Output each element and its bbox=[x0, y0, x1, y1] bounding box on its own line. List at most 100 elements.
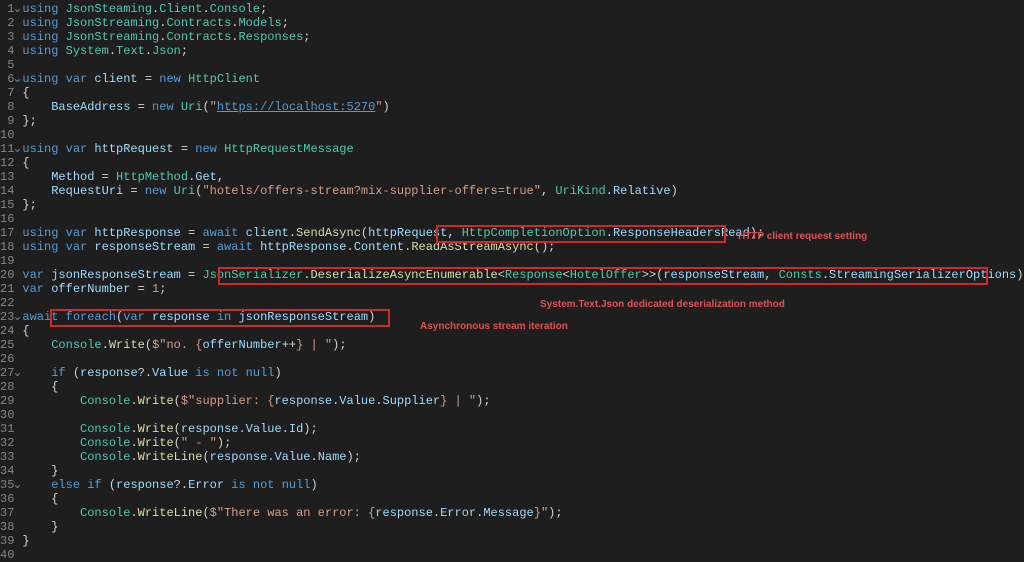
token-pun: }; bbox=[22, 198, 36, 212]
code-line[interactable]: ⌄using JsonSteaming.Client.Console; bbox=[22, 2, 1024, 16]
token-pun: , bbox=[447, 226, 461, 240]
code-line[interactable]: ⌄ if (response?.Value is not null) bbox=[22, 366, 1024, 380]
code-line[interactable] bbox=[22, 296, 1024, 310]
token-pun: ); bbox=[347, 450, 361, 464]
line-number: 38 bbox=[0, 520, 14, 534]
token-cls: JsonSteaming bbox=[66, 2, 152, 16]
token-pln: jsonResponseStream bbox=[238, 310, 368, 324]
token-pun: , bbox=[217, 170, 224, 184]
code-line[interactable]: ⌄ else if (response?.Error is not null) bbox=[22, 478, 1024, 492]
token-kw: new bbox=[159, 72, 188, 86]
token-pun: . bbox=[102, 338, 109, 352]
token-cls: Consts bbox=[779, 268, 822, 282]
token-pun bbox=[22, 422, 80, 436]
token-pln: Method bbox=[51, 170, 94, 184]
line-number: 29 bbox=[0, 394, 14, 408]
code-line[interactable] bbox=[22, 254, 1024, 268]
token-pln: client bbox=[94, 72, 137, 86]
code-line[interactable]: Console.WriteLine($"There was an error: … bbox=[22, 506, 1024, 520]
code-line[interactable]: Method = HttpMethod.Get, bbox=[22, 170, 1024, 184]
token-url: https://localhost:5270 bbox=[217, 100, 375, 114]
token-str: $"There was an error: { bbox=[210, 506, 376, 520]
code-line[interactable]: using JsonStreaming.Contracts.Responses; bbox=[22, 30, 1024, 44]
line-number: 2 bbox=[0, 16, 14, 30]
token-kw: using var bbox=[22, 142, 94, 156]
line-number: 21 bbox=[0, 282, 14, 296]
code-line[interactable]: using System.Text.Json; bbox=[22, 44, 1024, 58]
code-line[interactable] bbox=[22, 408, 1024, 422]
token-kw: else if bbox=[51, 478, 101, 492]
line-number: 15 bbox=[0, 198, 14, 212]
token-pun: = bbox=[130, 100, 152, 114]
code-line[interactable]: { bbox=[22, 492, 1024, 506]
token-cls: HttpCompletionOption bbox=[462, 226, 606, 240]
fold-marker-icon[interactable]: ⌄ bbox=[12, 2, 22, 16]
token-pln: Error bbox=[440, 506, 476, 520]
code-line[interactable]: } bbox=[22, 534, 1024, 548]
code-line[interactable]: var jsonResponseStream = JsonSerializer.… bbox=[22, 268, 1024, 282]
line-number: 9 bbox=[0, 114, 14, 128]
token-kw: using var bbox=[22, 226, 94, 240]
code-line[interactable]: ⌄using var httpRequest = new HttpRequest… bbox=[22, 142, 1024, 156]
code-line[interactable]: BaseAddress = new Uri("https://localhost… bbox=[22, 100, 1024, 114]
token-pln: responseStream bbox=[94, 240, 195, 254]
code-editor[interactable]: 1234567891011121314151617181920212223242… bbox=[0, 0, 1024, 562]
code-line[interactable] bbox=[22, 212, 1024, 226]
code-line[interactable]: ⌄using var client = new HttpClient bbox=[22, 72, 1024, 86]
code-line[interactable]: RequestUri = new Uri("hotels/offers-stre… bbox=[22, 184, 1024, 198]
token-pun: . bbox=[130, 506, 137, 520]
token-pln: Value bbox=[152, 366, 188, 380]
token-mth: WriteLine bbox=[138, 450, 203, 464]
token-pln: Value bbox=[339, 394, 375, 408]
code-line[interactable]: using JsonStreaming.Contracts.Models; bbox=[22, 16, 1024, 30]
fold-marker-icon[interactable]: ⌄ bbox=[12, 142, 22, 156]
code-line[interactable]: { bbox=[22, 156, 1024, 170]
code-line[interactable] bbox=[22, 58, 1024, 72]
code-line[interactable]: Console.Write($"no. {offerNumber++} | ")… bbox=[22, 338, 1024, 352]
line-number: 3 bbox=[0, 30, 14, 44]
code-line[interactable]: } bbox=[22, 464, 1024, 478]
code-line[interactable] bbox=[22, 128, 1024, 142]
fold-marker-icon[interactable]: ⌄ bbox=[12, 310, 22, 324]
line-number: 14 bbox=[0, 184, 14, 198]
token-pun: ( bbox=[202, 100, 209, 114]
token-pun: = bbox=[130, 282, 152, 296]
line-number: 17 bbox=[0, 226, 14, 240]
token-cls: Console bbox=[80, 436, 130, 450]
code-line[interactable]: } bbox=[22, 520, 1024, 534]
fold-marker-icon[interactable]: ⌄ bbox=[12, 478, 22, 492]
code-line[interactable]: }; bbox=[22, 198, 1024, 212]
token-pun: < bbox=[498, 268, 505, 282]
code-line[interactable]: }; bbox=[22, 114, 1024, 128]
token-pun: ( bbox=[174, 394, 181, 408]
code-line[interactable]: Console.Write(response.Value.Id); bbox=[22, 422, 1024, 436]
code-line[interactable]: Console.WriteLine(response.Value.Name); bbox=[22, 450, 1024, 464]
code-line[interactable]: Console.Write($"supplier: {response.Valu… bbox=[22, 394, 1024, 408]
token-cls: Responses bbox=[238, 30, 303, 44]
token-pln: client bbox=[246, 226, 289, 240]
line-number: 32 bbox=[0, 436, 14, 450]
code-line[interactable]: using var httpResponse = await client.Se… bbox=[22, 226, 1024, 240]
token-pun: ); bbox=[217, 436, 231, 450]
code-line[interactable] bbox=[22, 548, 1024, 562]
token-pun: >>( bbox=[642, 268, 664, 282]
fold-marker-icon[interactable]: ⌄ bbox=[12, 72, 22, 86]
code-line[interactable]: { bbox=[22, 86, 1024, 100]
token-kw: using var bbox=[22, 72, 94, 86]
code-line[interactable]: using var responseStream = await httpRes… bbox=[22, 240, 1024, 254]
code-line[interactable]: { bbox=[22, 380, 1024, 394]
token-mth: DeserializeAsyncEnumerable bbox=[310, 268, 497, 282]
token-pun: = bbox=[174, 142, 196, 156]
token-pun: ( bbox=[102, 478, 116, 492]
code-area[interactable]: ⌄using JsonSteaming.Client.Console;using… bbox=[22, 0, 1024, 562]
token-pun: ) bbox=[671, 184, 678, 198]
code-line[interactable]: Console.Write(" - "); bbox=[22, 436, 1024, 450]
fold-marker-icon[interactable]: ⌄ bbox=[12, 366, 22, 380]
code-line[interactable] bbox=[22, 352, 1024, 366]
token-kw: in bbox=[210, 310, 239, 324]
line-number: 34 bbox=[0, 464, 14, 478]
token-mth: Write bbox=[109, 338, 145, 352]
code-line[interactable]: var offerNumber = 1; bbox=[22, 282, 1024, 296]
token-pun: . bbox=[822, 268, 829, 282]
line-number: 7 bbox=[0, 86, 14, 100]
